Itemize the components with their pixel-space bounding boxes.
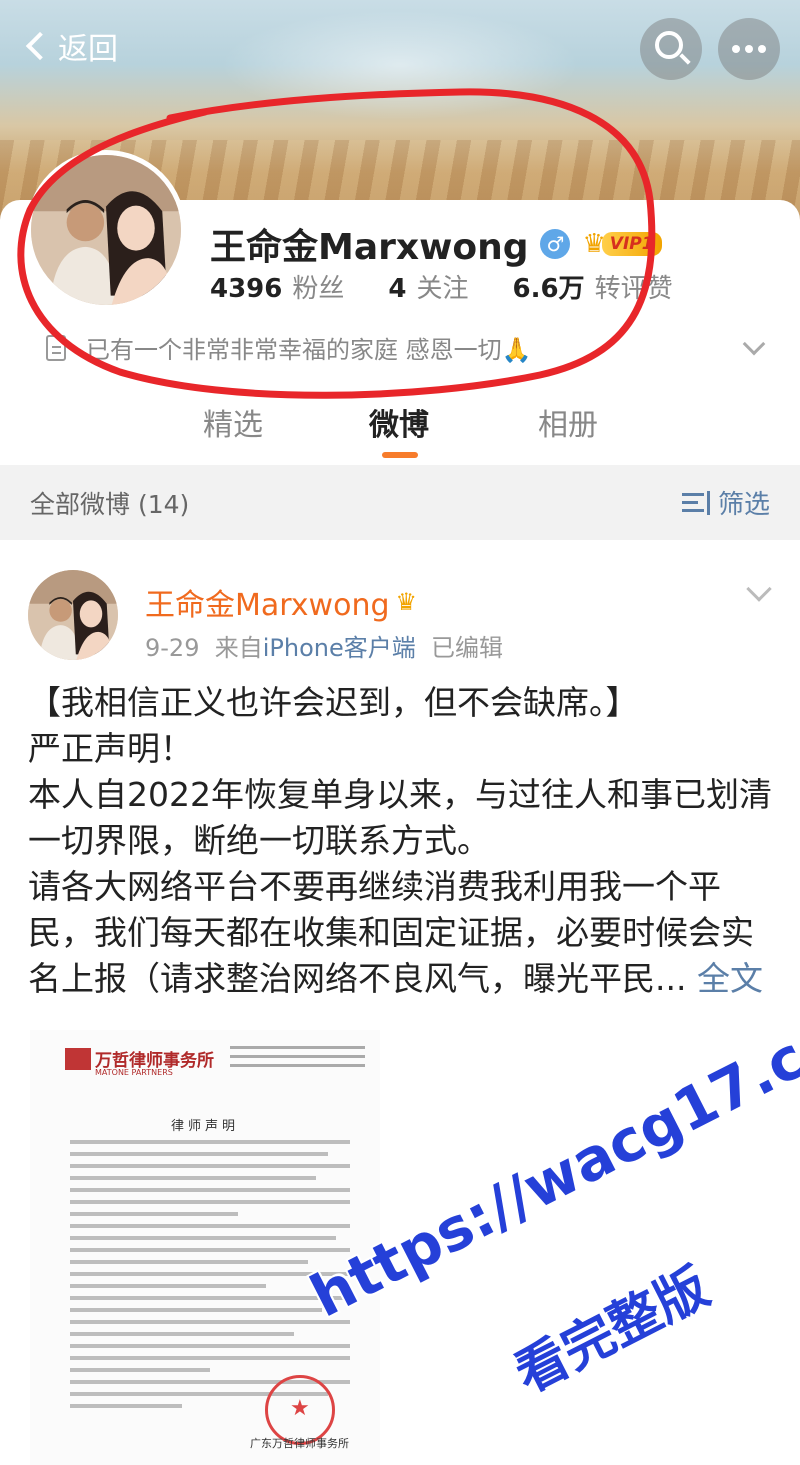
post-source[interactable]: iPhone客户端 — [263, 634, 416, 662]
active-tab-indicator — [382, 452, 418, 458]
document-icon — [46, 334, 66, 361]
post-paragraph: 请各大网络平台不要再继续消费我利用我一个平民，我们每天都在收集和固定证据，必要时… — [28, 864, 778, 1002]
post-text: 【我相信正义也许会迟到，但不会缺席。】 严正声明！ 本人自2022年恢复单身以来… — [28, 680, 778, 1002]
stat-reposts-comments-likes: 6.6万 转评赞 — [513, 268, 673, 305]
stat-value: 6.6万 — [512, 274, 585, 304]
stat-value: 4396 — [210, 274, 283, 304]
stat-value: 4 — [388, 274, 407, 304]
chevron-down-icon[interactable] — [746, 576, 772, 602]
back-button[interactable]: 返回 — [22, 24, 118, 68]
filter-icon — [681, 490, 710, 515]
filter-bar: 全部微博 (14) 筛选 — [0, 465, 800, 540]
post-source-prefix: 来自 — [214, 634, 263, 662]
letter-signature: 广东万哲律师事务所 — [250, 1437, 349, 1450]
tab-album[interactable]: 相册 — [538, 400, 598, 444]
stat-label: 关注 — [416, 274, 469, 304]
back-label: 返回 — [58, 32, 118, 67]
stat-followers[interactable]: 4396 粉丝 — [210, 268, 344, 305]
more-icon — [732, 45, 766, 53]
stat-following[interactable]: 4 关注 — [388, 268, 468, 305]
avatar[interactable] — [26, 150, 186, 310]
post-edited: 已编辑 — [431, 634, 504, 662]
law-firm-logo: 万哲律师事务所 MATONE PARTNERS — [65, 1046, 214, 1077]
search-button[interactable] — [640, 18, 702, 80]
male-gender-icon: ♂ — [540, 229, 571, 259]
vip-label: VIP1 — [601, 232, 662, 256]
filter-button[interactable]: 筛选 — [681, 484, 770, 521]
bio-text: 已有一个非常非常幸福的家庭 感恩一切🙏 — [86, 336, 532, 364]
post-image-lawyer-letter[interactable]: 万哲律师事务所 MATONE PARTNERS 律师声明 广东万哲律师事务所 — [30, 1030, 380, 1465]
profile-name-row: 王命金Marxwong ♂ ♛ VIP1 — [210, 218, 662, 270]
post-author-avatar[interactable] — [28, 570, 118, 660]
filter-label: 筛选 — [717, 490, 770, 520]
letter-body — [70, 1140, 350, 1416]
post-paragraph: 本人自2022年恢复单身以来，与过往人和事已划清一切界限，断绝一切联系方式。 — [28, 775, 772, 860]
top-navigation-bar: 返回 — [0, 18, 800, 80]
letter-title: 律师声明 — [170, 1119, 239, 1134]
vip-badge[interactable]: ♛ VIP1 — [582, 229, 662, 259]
stat-label: 粉丝 — [292, 274, 345, 304]
stat-label: 转评赞 — [594, 274, 673, 304]
letter-header-info — [230, 1046, 365, 1073]
profile-stats: 4396 粉丝 4 关注 6.6万 转评赞 — [210, 268, 717, 305]
law-firm-name-en: MATONE PARTNERS — [95, 1068, 173, 1077]
profile-tabs: 精选 微博 相册 — [0, 400, 800, 465]
more-button[interactable] — [718, 18, 780, 80]
all-posts-count[interactable]: 全部微博 (14) — [30, 485, 189, 521]
watermark-subtitle: 看完整版 — [505, 1257, 719, 1406]
post-date: 9-29 — [145, 634, 200, 662]
post-paragraph: 【我相信正义也许会迟到，但不会缺席。】 — [28, 683, 639, 722]
post-paragraph: 严正声明！ — [28, 729, 193, 768]
post-author-label: 王命金Marxwong — [145, 588, 390, 623]
chevron-down-icon[interactable] — [742, 332, 766, 355]
post-author-name[interactable]: 王命金Marxwong ♛ — [145, 580, 417, 624]
chevron-left-icon — [25, 31, 55, 61]
crown-icon: ♛ — [395, 588, 418, 616]
post-meta: 9-29 来自iPhone客户端 已编辑 — [145, 628, 503, 663]
post-header: 王命金Marxwong ♛ 9-29 来自iPhone客户端 已编辑 — [0, 560, 800, 670]
profile-bio[interactable]: 已有一个非常非常幸福的家庭 感恩一切🙏 — [46, 330, 776, 365]
tab-weibo[interactable]: 微博 — [369, 400, 429, 444]
tab-featured[interactable]: 精选 — [203, 400, 263, 444]
profile-name: 王命金Marxwong — [210, 227, 529, 268]
full-text-link[interactable]: 全文 — [697, 959, 763, 998]
post-paragraph-text: 请各大网络平台不要再继续消费我利用我一个平民，我们每天都在收集和固定证据，必要时… — [28, 867, 754, 998]
